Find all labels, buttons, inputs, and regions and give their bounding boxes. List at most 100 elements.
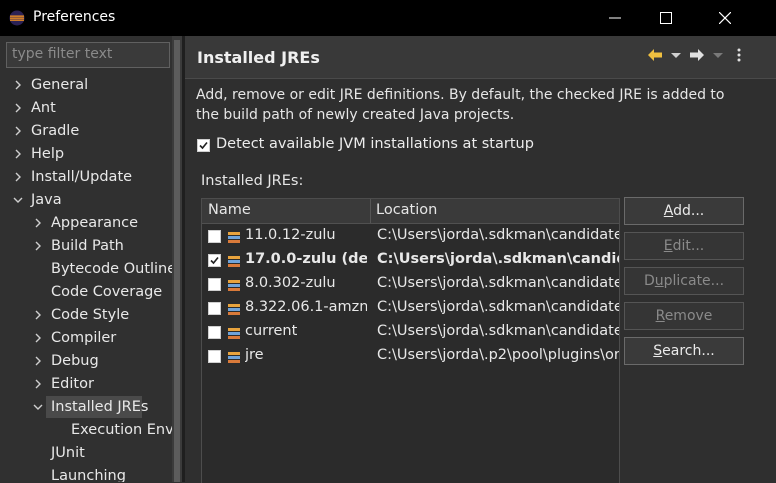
jre-default-checkbox[interactable]: [208, 326, 221, 339]
tree-item[interactable]: Bytecode Outline: [0, 258, 172, 280]
tree-item[interactable]: General: [0, 74, 172, 96]
maximize-button[interactable]: [643, 0, 689, 36]
page-description: Add, remove or edit JRE definitions. By …: [196, 87, 725, 123]
jre-location: C:\Users\jorda\.p2\pool\plugins\org.ecli…: [377, 347, 619, 363]
tree-item[interactable]: Execution Envir: [0, 419, 172, 441]
chevron-right-icon[interactable]: [12, 171, 24, 183]
table-row[interactable]: 8.0.302-zulu C:\Users\jorda\.sdkman\candi…: [202, 272, 619, 296]
chevron-right-icon[interactable]: [32, 217, 44, 229]
jre-library-icon: [228, 280, 240, 291]
tree-item[interactable]: Launching: [0, 465, 172, 482]
jre-default-checkbox[interactable]: [208, 254, 221, 267]
maximize-icon: [660, 12, 672, 24]
tree-item[interactable]: Installed JREs: [0, 396, 172, 418]
jre-location: C:\Users\jorda\.sdkman\candidates\java\1…: [377, 227, 619, 243]
tree-item-label: General: [31, 77, 89, 93]
tree-item[interactable]: JUnit: [0, 442, 172, 464]
tree-item-label: Gradle: [31, 123, 80, 139]
nav-scrollbar-thumb[interactable]: [174, 40, 180, 482]
tree-item[interactable]: Install/Update: [0, 166, 172, 188]
back-menu-chevron-icon[interactable]: [667, 46, 685, 64]
add-button[interactable]: Add...: [624, 197, 744, 225]
jre-default-checkbox[interactable]: [208, 278, 221, 291]
more-options-icon[interactable]: [730, 46, 748, 64]
tree-item[interactable]: Help: [0, 143, 172, 165]
tree-item-label: Bytecode Outline: [51, 261, 172, 277]
duplicate-button[interactable]: Duplicate...: [624, 267, 744, 295]
jre-default-checkbox[interactable]: [208, 230, 221, 243]
chevron-right-icon[interactable]: [32, 332, 44, 344]
tree-item-label: Code Style: [51, 307, 130, 323]
jre-name: jre: [245, 347, 264, 363]
search-button[interactable]: Search...: [624, 337, 744, 365]
chevron-right-icon[interactable]: [32, 309, 44, 321]
eclipse-app-icon: [9, 10, 25, 26]
page-title: Installed JREs: [197, 48, 320, 67]
edit-button[interactable]: Edit...: [624, 232, 744, 260]
table-header: Name Location: [202, 199, 619, 224]
tree-item-label: Appearance: [51, 215, 139, 231]
add-button-label: Add...: [663, 203, 705, 219]
table-row[interactable]: 11.0.12-zulu C:\Users\jorda\.sdkman\candi…: [202, 224, 619, 248]
filter-input[interactable]: type filter text: [6, 42, 170, 68]
table-row[interactable]: 8.322.06.1-amzn C:\Users\jorda\.sdkman\ca…: [202, 296, 619, 320]
minimize-button[interactable]: [592, 0, 638, 36]
jre-default-checkbox[interactable]: [208, 302, 221, 315]
column-header-location[interactable]: Location: [376, 202, 437, 218]
tree-item-label: Ant: [31, 100, 56, 116]
duplicate-button-label: Duplicate...: [643, 273, 725, 289]
chevron-right-icon[interactable]: [12, 148, 24, 160]
close-button[interactable]: [702, 0, 748, 36]
jre-name: current: [245, 323, 298, 339]
jre-location: C:\Users\jorda\.sdkman\candidates\java\8…: [377, 299, 619, 315]
detect-jvm-checkbox[interactable]: [197, 139, 210, 152]
close-icon: [719, 12, 731, 24]
chevron-right-icon[interactable]: [32, 240, 44, 252]
checkmark-icon: [199, 141, 208, 150]
tree-item[interactable]: Gradle: [0, 120, 172, 142]
tree-item[interactable]: Debug: [0, 350, 172, 372]
table-row[interactable]: jre C:\Users\jorda\.p2\pool\plugins\org.e…: [202, 344, 619, 368]
jre-location: C:\Users\jorda\.sdkman\candidates\java\1…: [377, 251, 619, 267]
table-row[interactable]: 17.0.0-zulu (de... C:\Users\jorda\.sdkman…: [202, 248, 619, 272]
tree-item[interactable]: Compiler: [0, 327, 172, 349]
column-header-name[interactable]: Name: [208, 202, 251, 218]
jre-table: Name Location 11.0.12-zulu C:\Users\jorda…: [201, 198, 620, 483]
jre-location: C:\Users\jorda\.sdkman\candidates\java\c…: [377, 323, 619, 339]
tree-item[interactable]: Appearance: [0, 212, 172, 234]
preferences-tree: General Ant Gradle Help Install/Update Java Ap…: [0, 74, 172, 482]
table-row[interactable]: current C:\Users\jorda\.sdkman\candidates…: [202, 320, 619, 344]
column-separator[interactable]: [370, 199, 371, 223]
tree-item[interactable]: Code Coverage: [0, 281, 172, 303]
chevron-down-icon[interactable]: [12, 194, 24, 206]
jre-name: 17.0.0-zulu (de...: [245, 251, 367, 267]
jre-library-icon: [228, 256, 240, 267]
tree-item-label: Execution Envir: [71, 422, 172, 438]
tree-item[interactable]: Editor: [0, 373, 172, 395]
tree-item[interactable]: Java: [0, 189, 172, 211]
remove-button[interactable]: Remove: [624, 302, 744, 330]
search-button-label: Search...: [653, 343, 715, 359]
chevron-right-icon[interactable]: [12, 102, 24, 114]
forward-arrow-icon[interactable]: [688, 46, 706, 64]
tree-item[interactable]: Ant: [0, 97, 172, 119]
jre-name: 8.0.302-zulu: [245, 275, 336, 291]
chevron-down-icon[interactable]: [32, 401, 44, 413]
tree-item-label: Java: [31, 192, 62, 208]
back-arrow-icon[interactable]: [646, 46, 664, 64]
chevron-right-icon[interactable]: [32, 355, 44, 367]
forward-menu-chevron-icon[interactable]: [709, 46, 727, 64]
chevron-right-icon[interactable]: [32, 378, 44, 390]
tree-item[interactable]: Code Style: [0, 304, 172, 326]
tree-item[interactable]: Build Path: [0, 235, 172, 257]
jre-library-icon: [228, 328, 240, 339]
minimize-icon: [609, 17, 621, 19]
remove-button-label: Remove: [655, 308, 713, 324]
jre-library-icon: [228, 232, 240, 243]
chevron-right-icon[interactable]: [12, 125, 24, 137]
title-bar: Preferences: [0, 0, 776, 36]
chevron-right-icon[interactable]: [12, 79, 24, 91]
detect-jvm-label[interactable]: Detect available JVM installations at st…: [216, 136, 534, 152]
jre-default-checkbox[interactable]: [208, 350, 221, 363]
jre-library-icon: [228, 352, 240, 363]
